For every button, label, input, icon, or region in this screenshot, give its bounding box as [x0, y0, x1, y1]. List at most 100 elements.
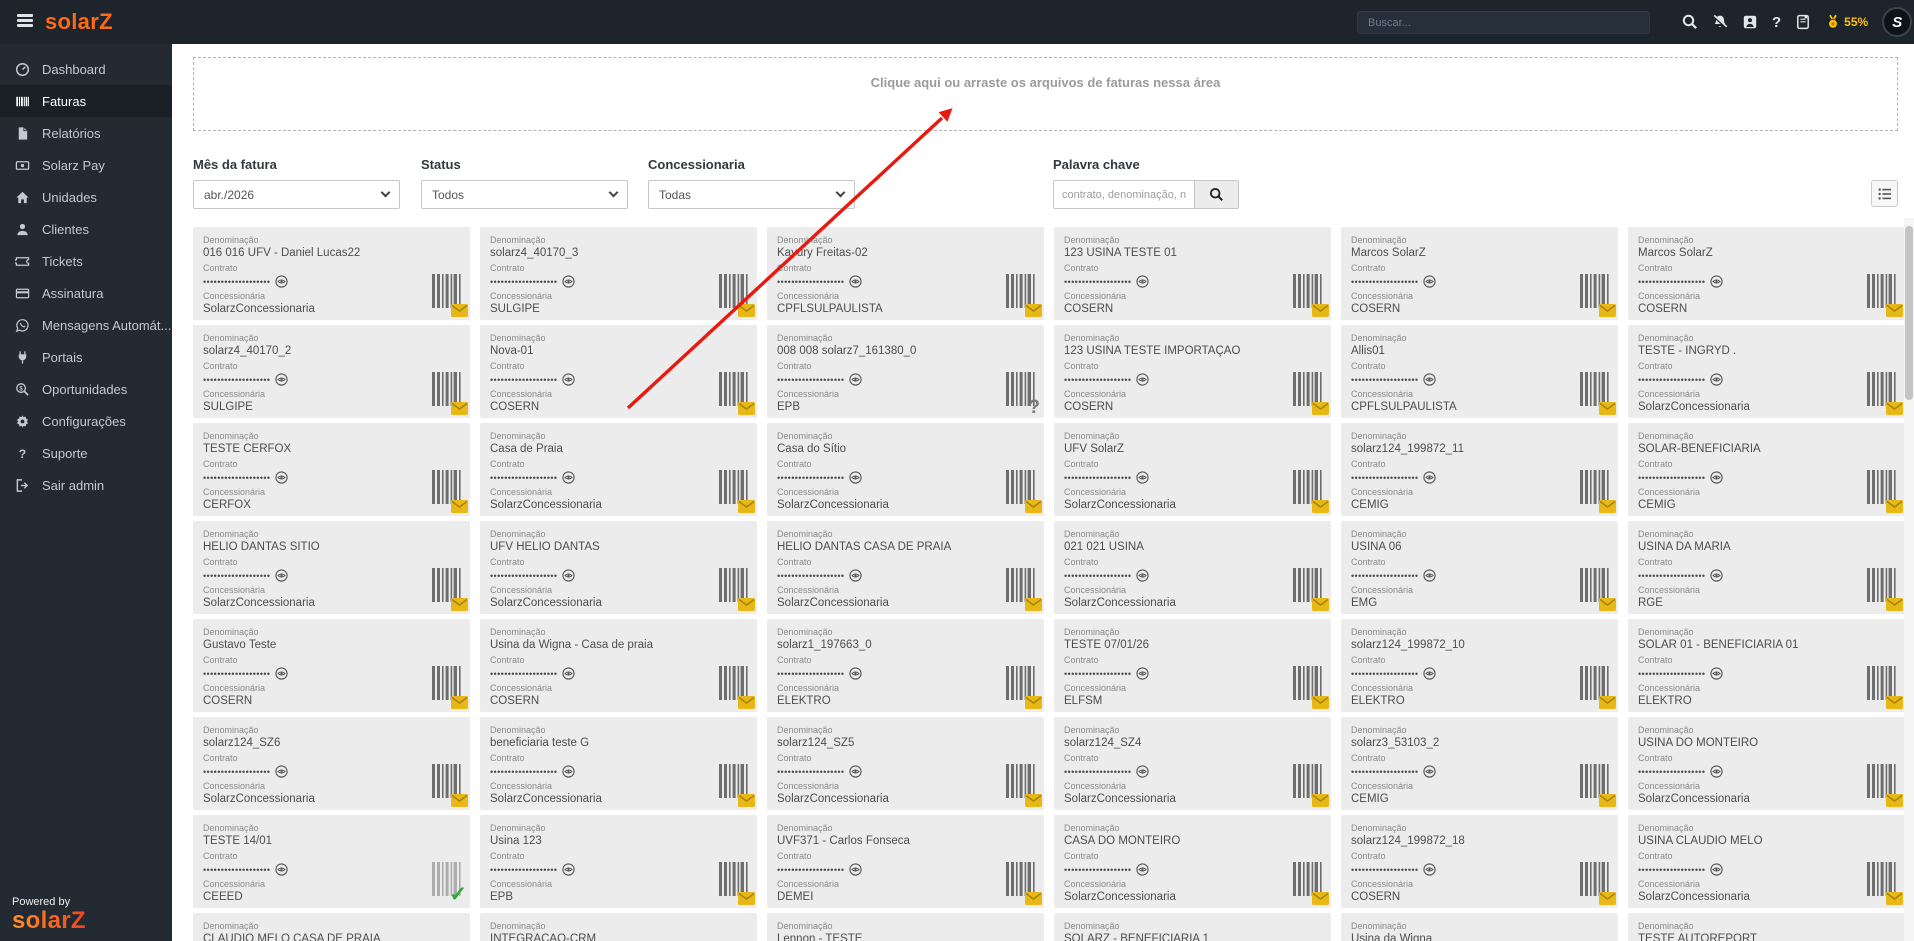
eye-icon[interactable] — [275, 471, 289, 484]
eye-icon[interactable] — [849, 373, 863, 386]
invoice-card[interactable]: Denominação HELIO DANTAS SITIO Contrato … — [193, 521, 470, 614]
invoice-card[interactable]: Denominação solarz3_53103_2 Contrato •••… — [1341, 717, 1618, 810]
invoice-card[interactable]: Denominação SOLAR 01 - BENEFICIÁRIA 01 C… — [1628, 619, 1905, 712]
avatar[interactable]: S — [1882, 7, 1913, 37]
eye-icon[interactable] — [1710, 471, 1724, 484]
invoice-card[interactable]: Denominação solarz4_40170_3 Contrato •••… — [480, 227, 757, 320]
invoice-card[interactable]: Denominação solarz124_199872_10 Contrato… — [1341, 619, 1618, 712]
invoice-card[interactable]: Denominação Casa do Sítio Contrato •••••… — [767, 423, 1044, 516]
invoice-card[interactable]: Denominação Marcos SolarZ Contrato •••••… — [1341, 227, 1618, 320]
eye-icon[interactable] — [849, 863, 863, 876]
sidebar-item-sair-admin[interactable]: Sair admin — [0, 469, 172, 501]
gamification-progress[interactable]: 55% — [1825, 14, 1868, 30]
eye-icon[interactable] — [275, 569, 289, 582]
invoice-card[interactable]: Denominação 008 008 solarz7_161380_0 Con… — [767, 325, 1044, 418]
eye-icon[interactable] — [562, 275, 576, 288]
filter-status-select[interactable]: Todos — [421, 180, 628, 209]
menu-toggle-icon[interactable] — [17, 14, 33, 28]
invoice-card[interactable]: Denominação 123 USINA TESTE IMPORTAÇÃO C… — [1054, 325, 1331, 418]
eye-icon[interactable] — [562, 863, 576, 876]
invoice-card[interactable]: Denominação TESTE 14/01 Contrato •••••••… — [193, 815, 470, 908]
invoice-card[interactable]: Denominação Casa de Praia Contrato •••••… — [480, 423, 757, 516]
eye-icon[interactable] — [1710, 863, 1724, 876]
invoice-card[interactable]: Denominação TESTE 07/01/26 Contrato ••••… — [1054, 619, 1331, 712]
invoice-card[interactable]: Denominação HELIO DANTAS CASA DE PRAIA C… — [767, 521, 1044, 614]
sidebar-item-assinatura[interactable]: Assinatura — [0, 277, 172, 309]
sidebar-item-dashboard[interactable]: Dashboard — [0, 53, 172, 85]
invoice-card[interactable]: Denominação Lennon - TESTE Contrato ••••… — [767, 913, 1044, 941]
eye-icon[interactable] — [562, 471, 576, 484]
scrollbar-thumb[interactable] — [1905, 226, 1913, 400]
eye-icon[interactable] — [1136, 373, 1150, 386]
invoice-card[interactable]: Denominação solarz124_199872_11 Contrato… — [1341, 423, 1618, 516]
journal-icon[interactable] — [1795, 14, 1811, 30]
eye-icon[interactable] — [849, 667, 863, 680]
eye-icon[interactable] — [562, 569, 576, 582]
invoice-card[interactable]: Denominação INTEGRAÇÃO-CRM Contrato ••••… — [480, 913, 757, 941]
sidebar-item-relatorios[interactable]: Relatórios — [0, 117, 172, 149]
keyword-search-button[interactable] — [1194, 180, 1239, 209]
account-icon[interactable] — [1742, 14, 1758, 30]
eye-icon[interactable] — [1136, 667, 1150, 680]
filter-concession-select[interactable]: Todas — [648, 180, 855, 209]
invoice-card[interactable]: Denominação UFV SolarZ Contrato ••••••••… — [1054, 423, 1331, 516]
eye-icon[interactable] — [275, 275, 289, 288]
invoice-card[interactable]: Denominação solarz124_SZ5 Contrato •••••… — [767, 717, 1044, 810]
invoice-card[interactable]: Denominação TESTE CERFOX Contrato ••••••… — [193, 423, 470, 516]
invoice-card[interactable]: Denominação Allis01 Contrato •••••••••••… — [1341, 325, 1618, 418]
eye-icon[interactable] — [1136, 765, 1150, 778]
invoice-card[interactable]: Denominação Kayury Freitas-02 Contrato •… — [767, 227, 1044, 320]
eye-icon[interactable] — [1136, 275, 1150, 288]
filter-month-select[interactable]: abr./2026 — [193, 180, 400, 209]
eye-icon[interactable] — [1423, 569, 1437, 582]
invoice-card[interactable]: Denominação 016 016 UFV - Daniel Lucas22… — [193, 227, 470, 320]
eye-icon[interactable] — [1423, 863, 1437, 876]
invoice-card[interactable]: Denominação TESTE AUTOREPORT Contrato ••… — [1628, 913, 1905, 941]
sidebar-item-mensagens-automat[interactable]: Mensagens Automát... — [0, 309, 172, 341]
invoice-card[interactable]: Denominação USINA DO MONTEIRO Contrato •… — [1628, 717, 1905, 810]
invoice-card[interactable]: Denominação solarz124_SZ4 Contrato •••••… — [1054, 717, 1331, 810]
eye-icon[interactable] — [1710, 765, 1724, 778]
eye-icon[interactable] — [849, 569, 863, 582]
invoice-card[interactable]: Denominação 021 021 USINA Contrato •••••… — [1054, 521, 1331, 614]
eye-icon[interactable] — [1136, 471, 1150, 484]
eye-icon[interactable] — [849, 471, 863, 484]
list-view-toggle[interactable] — [1871, 180, 1898, 207]
invoice-card[interactable]: Denominação UFV HELIO DANTAS Contrato ••… — [480, 521, 757, 614]
sidebar-item-clientes[interactable]: Clientes — [0, 213, 172, 245]
eye-icon[interactable] — [1423, 373, 1437, 386]
invoice-card[interactable]: Denominação CLAUDIO MELO CASA DE PRAIA C… — [193, 913, 470, 941]
search-icon[interactable] — [1682, 14, 1698, 30]
eye-icon[interactable] — [849, 275, 863, 288]
invoice-card[interactable]: Denominação Marcos SolarZ Contrato •••••… — [1628, 227, 1905, 320]
invoice-dropzone[interactable]: Clique aqui ou arraste os arquivos de fa… — [193, 57, 1898, 131]
eye-icon[interactable] — [1710, 373, 1724, 386]
eye-icon[interactable] — [1136, 863, 1150, 876]
invoice-card[interactable]: Denominação UVF371 - Carlos Fonseca Cont… — [767, 815, 1044, 908]
sidebar-item-solarz-pay[interactable]: Solarz Pay — [0, 149, 172, 181]
eye-icon[interactable] — [562, 373, 576, 386]
invoice-card[interactable]: Denominação Usina da Wigna Contrato ••••… — [1341, 913, 1618, 941]
sidebar-item-suporte[interactable]: ? Suporte — [0, 437, 172, 469]
eye-icon[interactable] — [849, 765, 863, 778]
invoice-card[interactable]: Denominação solarz124_199872_18 Contrato… — [1341, 815, 1618, 908]
eye-icon[interactable] — [1423, 471, 1437, 484]
eye-icon[interactable] — [275, 863, 289, 876]
invoice-card[interactable]: Denominação solarz4_40170_2 Contrato •••… — [193, 325, 470, 418]
eye-icon[interactable] — [1710, 275, 1724, 288]
sidebar-item-unidades[interactable]: Unidades — [0, 181, 172, 213]
eye-icon[interactable] — [275, 667, 289, 680]
invoice-card[interactable]: Denominação solarz124_SZ6 Contrato •••••… — [193, 717, 470, 810]
sidebar-item-oportunidades[interactable]: $ Oportunidades — [0, 373, 172, 405]
eye-icon[interactable] — [562, 765, 576, 778]
invoice-card[interactable]: Denominação SOLARZ - BENEFICIARIA 1 Cont… — [1054, 913, 1331, 941]
invoice-card[interactable]: Denominação TESTE - INGRYD . Contrato ••… — [1628, 325, 1905, 418]
global-search-input[interactable] — [1357, 11, 1650, 34]
invoice-card[interactable]: Denominação USINA CLAUDIO MELO Contrato … — [1628, 815, 1905, 908]
invoice-card[interactable]: Denominação USINA 06 Contrato ••••••••••… — [1341, 521, 1618, 614]
invoice-card[interactable]: Denominação beneficiaria teste G Contrat… — [480, 717, 757, 810]
help-icon[interactable]: ? — [1772, 14, 1781, 31]
sidebar-item-tickets[interactable]: Tickets — [0, 245, 172, 277]
invoice-card[interactable]: Denominação 123 USINA TESTE 01 Contrato … — [1054, 227, 1331, 320]
invoice-card[interactable]: Denominação CASA DO MONTEIRO Contrato ••… — [1054, 815, 1331, 908]
